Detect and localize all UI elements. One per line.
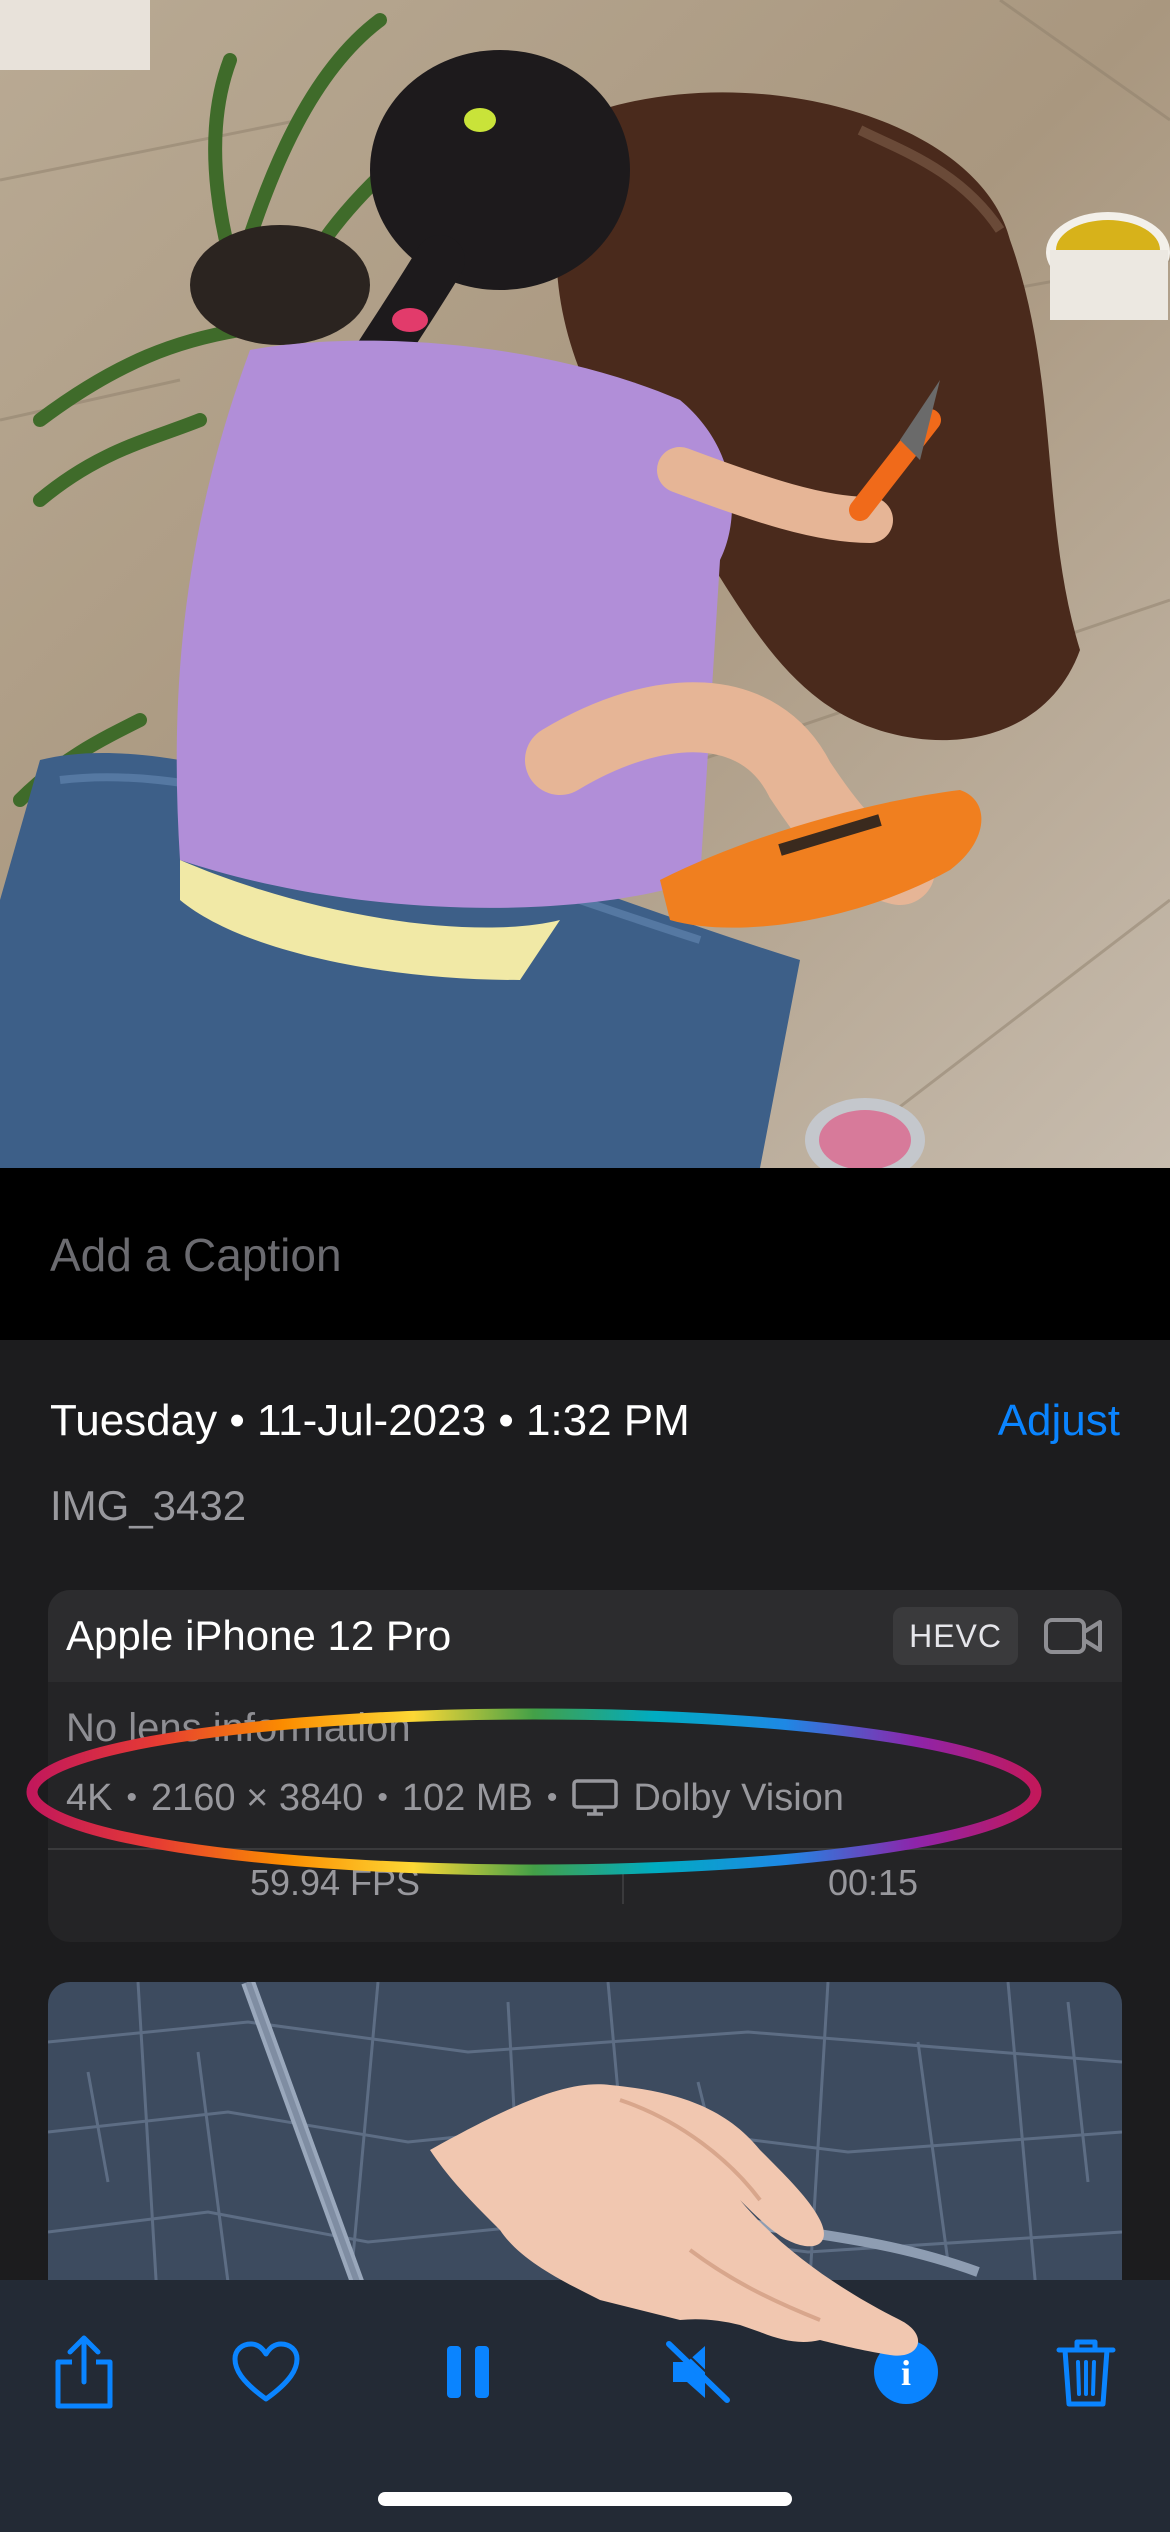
info-icon: i (874, 2340, 938, 2404)
adjust-date-button[interactable]: Adjust (998, 1396, 1120, 1446)
info-button[interactable]: i (860, 2326, 952, 2418)
codec-badge: HEVC (893, 1607, 1018, 1665)
favorite-button[interactable] (220, 2326, 312, 2418)
share-button[interactable] (38, 2326, 130, 2418)
lens-info: No lens information (66, 1706, 411, 1750)
home-indicator[interactable] (378, 2492, 792, 2506)
delete-button[interactable] (1040, 2326, 1132, 2418)
hdr-format: Dolby Vision (633, 1776, 844, 1819)
location-map[interactable] (48, 1982, 1122, 2312)
capture-date: Tuesday • 11-Jul-2023 • 1:32 PM (50, 1396, 690, 1445)
frame-rate: 59.94 FPS (249, 1862, 421, 1903)
video-camera-icon (1044, 1618, 1102, 1654)
display-icon (572, 1779, 619, 1816)
pause-icon (447, 2346, 489, 2398)
caption-input[interactable] (50, 1220, 1120, 1290)
file-size: 102 MB (401, 1776, 533, 1819)
metadata-card-header: Apple iPhone 12 Pro HEVC (48, 1590, 1122, 1682)
caption-bar (0, 1168, 1170, 1340)
video-duration: 00:15 (827, 1862, 919, 1903)
mute-button[interactable] (654, 2326, 746, 2418)
resolution-label: 4K (66, 1776, 113, 1819)
info-badge-glyph: i (901, 2353, 911, 2393)
map-roads (48, 1982, 1122, 2312)
video-frame-image (0, 0, 1170, 1168)
dimensions: 2160 × 3840 (151, 1776, 364, 1819)
separator-dot: • (377, 1781, 388, 1814)
video-preview[interactable] (0, 0, 1170, 1168)
device-name: Apple iPhone 12 Pro (66, 1612, 452, 1659)
separator-dot: • (126, 1781, 137, 1814)
info-panel: Tuesday • 11-Jul-2023 • 1:32 PM Adjust I… (0, 1340, 1170, 2312)
heart-icon (232, 2341, 300, 2402)
video-specs-row: 4K • 2160 × 3840 • 102 MB • Dolby Vision (66, 1770, 844, 1826)
mute-icon (666, 2340, 732, 2403)
pause-button[interactable] (422, 2326, 514, 2418)
trash-icon (1056, 2339, 1116, 2407)
share-icon (55, 2335, 113, 2409)
separator-dot: • (546, 1781, 558, 1814)
file-name: IMG_3432 (50, 1482, 247, 1529)
metadata-card: Apple iPhone 12 Pro HEVC No lens informa… (48, 1590, 1122, 1942)
card-divider (48, 1848, 1122, 1850)
